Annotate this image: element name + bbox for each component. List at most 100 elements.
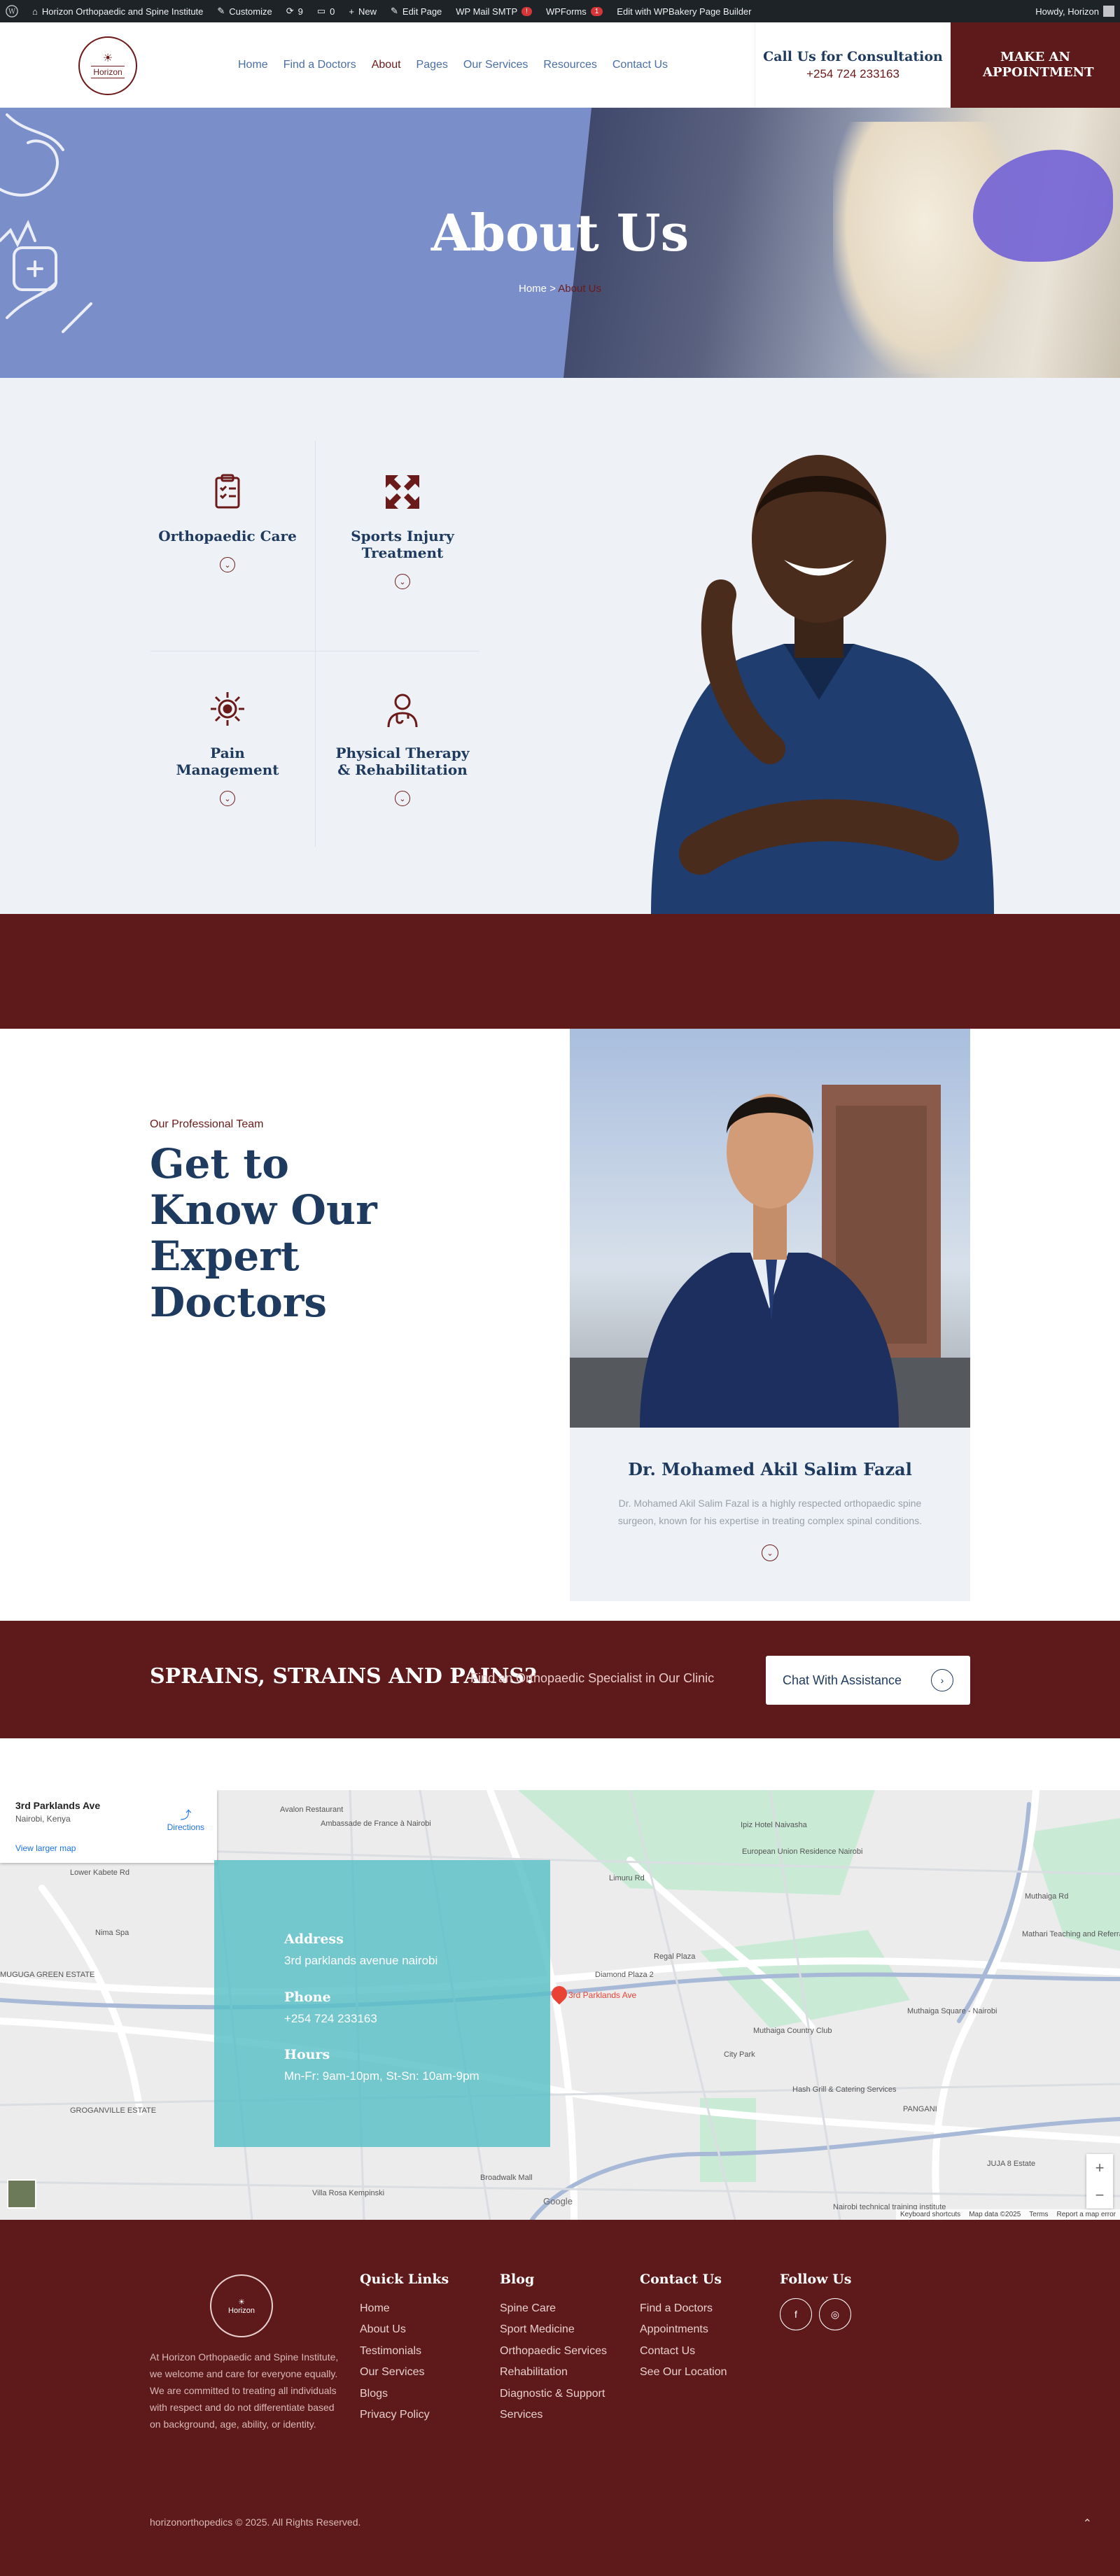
footer-contact-link-find-a-doctors[interactable]: Find a Doctors [640,2298,727,2319]
map-place-label: City Park [724,2050,755,2059]
service-card-physical-therapy[interactable]: Physical Therapy & Rehabilitation ⌄ [332,689,472,806]
admin-wpbakery-label: Edit with WPBakery Page Builder [617,6,752,17]
footer-link-our-services[interactable]: Our Services [360,2362,449,2383]
map-place-label: JUJA 8 Estate [987,2160,1036,2168]
footer-contact-link-contact-us[interactable]: Contact Us [640,2341,727,2362]
chevron-down-icon[interactable]: ⌄ [220,557,235,572]
footer-contact-link-appointments[interactable]: Appointments [640,2319,727,2340]
footer-link-blogs[interactable]: Blogs [360,2384,449,2405]
chevron-down-icon[interactable]: ⌄ [220,791,235,806]
map-data-label: Map data ©2025 [969,2211,1021,2218]
brush-icon: ✎ [217,6,225,16]
phone-value[interactable]: +254 724 233163 [284,2011,550,2028]
consultation-block: Call Us for Consultation +254 724 233163 [755,22,951,108]
breadcrumb-home-link[interactable]: Home [519,283,547,295]
admin-comments-link[interactable]: ▭ 0 [317,6,335,17]
make-appointment-button[interactable]: MAKE AN APPOINTMENT [951,22,1120,108]
site-logo[interactable]: ☀ Horizon [78,36,137,95]
keyboard-shortcuts-link[interactable]: Keyboard shortcuts [900,2211,960,2218]
arrows-expand-icon [386,475,419,509]
footer-blog-link-orthopaedic-services[interactable]: Orthopaedic Services [500,2341,612,2362]
terms-link[interactable]: Terms [1029,2211,1048,2218]
admin-account-menu[interactable]: Howdy, Horizon [1035,6,1114,17]
footer-link-home[interactable]: Home [360,2298,449,2319]
footer-contact-link-see-our-location[interactable]: See Our Location [640,2362,727,2383]
map-area-label: MUGUGA GREEN ESTATE [0,1971,95,1979]
report-error-link[interactable]: Report a map error [1057,2211,1116,2218]
nav-item-our-services[interactable]: Our Services [463,59,528,71]
footer-blog-link-sport-medicine[interactable]: Sport Medicine [500,2319,612,2340]
team-heading: Get to Know Our Expert Doctors [150,1140,377,1327]
admin-site-link[interactable]: ⌂ Horizon Orthopaedic and Spine Institute [32,6,203,17]
map-attribution: Keyboard shortcuts Map data ©2025 Terms … [896,2209,1120,2220]
directions-button[interactable]: ⤴ Directions [167,1806,204,1832]
footer-blog-link-spine-care[interactable]: Spine Care [500,2298,612,2319]
nav-item-resources[interactable]: Resources [543,59,596,71]
logo-text: Horizon [91,66,125,78]
doctor-card[interactable]: Dr. Mohamed Akil Salim Fazal Dr. Mohamed… [570,1029,970,1601]
doctor-icon [387,694,418,728]
wordpress-logo-icon[interactable]: W [6,5,18,17]
zoom-in-button[interactable]: + [1096,2159,1105,2177]
service-card-pain-management[interactable]: Pain Management ⌄ [158,689,298,806]
map-place-label: Muthaiga Square - Nairobi [907,2007,997,2015]
nav-item-about[interactable]: About [372,59,401,71]
chevron-down-icon[interactable]: ⌄ [395,791,410,806]
page-title: About Us [430,203,690,262]
footer-column-title: Follow Us [780,2272,852,2287]
admin-customize-link[interactable]: ✎ Customize [217,6,272,17]
footer-follow-us: Follow Us f ◎ [780,2272,851,2330]
zoom-out-button[interactable]: − [1096,2186,1105,2204]
admin-wpbakery-link[interactable]: Edit with WPBakery Page Builder [617,6,751,17]
map-place-label: Diamond Plaza 2 [595,1971,654,1979]
directions-icon: ⤴ [180,1810,192,1822]
admin-comments-count: 0 [330,6,335,17]
embedded-google-map[interactable]: Avalon Restaurant Ambassade de France à … [0,1790,1120,2220]
instagram-icon[interactable]: ◎ [819,2298,851,2330]
satellite-toggle[interactable] [7,2179,36,2209]
consultation-phone[interactable]: +254 724 233163 [806,67,899,81]
plus-icon: + [349,6,354,17]
footer-blog-link-diagnostic-support-services[interactable]: Diagnostic & Support Services [500,2384,612,2426]
footer-link-about-us[interactable]: About Us [360,2319,449,2340]
admin-wp-mail-smtp-link[interactable]: WP Mail SMTP! [456,6,532,17]
service-card-orthopaedic-care[interactable]: Orthopaedic Care ⌄ [158,472,298,572]
admin-updates-link[interactable]: ⟳ 9 [286,6,303,17]
nav-item-find-a-doctors[interactable]: Find a Doctors [284,59,356,71]
chevron-down-icon[interactable]: ⌄ [762,1544,778,1561]
footer-blog-link-rehabilitation[interactable]: Rehabilitation [500,2362,612,2383]
nav-item-pages[interactable]: Pages [416,59,448,71]
cta-subtext: Find an Orthopaedic Specialist in Our Cl… [470,1671,715,1685]
avatar [1103,6,1114,17]
refresh-icon: ⟳ [286,6,294,16]
sun-rays-icon: ☀ [102,52,113,64]
chevron-down-icon[interactable]: ⌄ [395,574,410,589]
consultation-title: Call Us for Consultation [763,49,943,64]
admin-howdy-label: Howdy, Horizon [1035,6,1099,17]
map-place-label: PANGANI [903,2105,937,2113]
chevron-up-icon[interactable]: ⌃ [1083,2517,1092,2531]
spacer [0,1738,1120,1790]
admin-edit-page-link[interactable]: ✎ Edit Page [391,6,442,17]
phone-label: Phone [284,1989,331,2005]
hours-label: Hours [284,2047,330,2063]
site-header: ☀ Horizon Home Find a Doctors About Pages Ou… [0,22,1120,108]
footer-link-privacy-policy[interactable]: Privacy Policy [360,2405,449,2426]
view-larger-map-link[interactable]: View larger map [15,1843,76,1853]
admin-new-link[interactable]: + New [349,6,377,17]
service-label: Sports Injury Treatment [351,528,454,561]
map-zoom-controls: + − [1086,2154,1113,2209]
service-card-sports-injury[interactable]: Sports Injury Treatment ⌄ [332,472,472,589]
admin-wpforms-link[interactable]: WPForms 1 [546,6,603,17]
make-appointment-label: MAKE AN APPOINTMENT [983,50,1094,80]
footer-column-title: Contact Us [640,2272,722,2287]
map-road-label: Muthaiga Rd [1025,1892,1069,1901]
footer-logo[interactable]: ☀ Horizon [210,2274,273,2337]
chat-assistance-button[interactable]: Chat With Assistance › [766,1656,970,1705]
facebook-icon[interactable]: f [780,2298,812,2330]
admin-updates-count: 9 [298,6,303,17]
admin-new-label: New [358,6,377,17]
nav-item-home[interactable]: Home [238,59,268,71]
footer-link-testimonials[interactable]: Testimonials [360,2341,449,2362]
nav-item-contact-us[interactable]: Contact Us [612,59,668,71]
